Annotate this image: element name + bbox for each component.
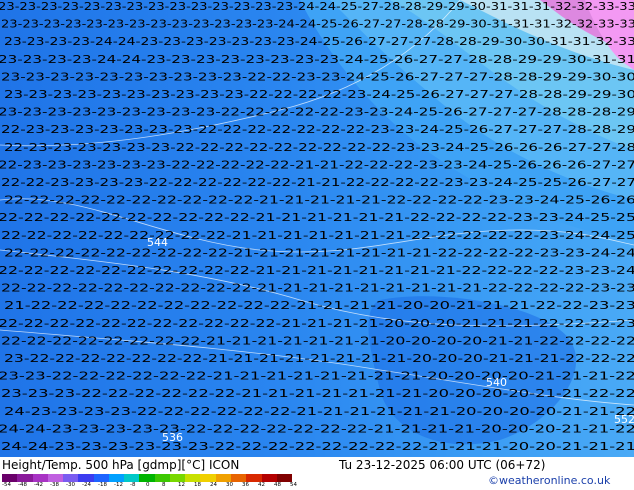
value-label-row: 22-22-22-22-22-22-22-22-22-21-21-21-21-2… [4, 246, 634, 259]
valid-time: Tu 23-12-2025 06:00 UTC (06+72) [339, 458, 546, 472]
colorbar-tick: 8 [162, 482, 166, 488]
value-label-row: 22-22-23-23-23-23-22-22-22-22-22-22-21-2… [1, 176, 634, 189]
value-label-row: 23-22-22-22-22-22-22-22-21-21-21-21-21-2… [4, 352, 634, 365]
value-label-row: 23-23-23-23-24-24-23-23-23-23-23-23-23-2… [4, 35, 634, 48]
colorbar-cell [185, 474, 201, 482]
colorbar-tick: 42 [258, 482, 265, 488]
colorbar-cell [200, 474, 216, 482]
contour-label: 540 [486, 376, 507, 389]
value-label-row: 23-23-23-22-22-22-22-22-22-21-21-21-21-2… [1, 387, 634, 400]
value-label-row: 22-22-22-22-22-22-22-22-22-22-21-21-21-2… [4, 194, 634, 207]
value-label-row: 24-23-23-23-23-22-22-22-22-22-22-21-21-2… [4, 405, 634, 418]
colorbar-cell [276, 474, 293, 482]
colorbar-cell [139, 474, 155, 482]
weather-map: 23-23-23-23-23-23-23-23-23-23-23-23-23-2… [0, 0, 634, 457]
colorbar-tick: -12 [114, 482, 123, 488]
colorbar-cell [63, 474, 79, 482]
colorbar-ticks: -54 -48 -42 -38 -30 -24 -18 -12 -8 0 8 12 18 24 30 36 42… [2, 482, 302, 490]
colorbar-tick: 24 [210, 482, 217, 488]
value-label-row: 22-22-22-22-22-22-22-22-22-21-21-21-21-2… [1, 229, 634, 242]
value-label-row: 22-22-22-22-22-22-22-22-22-22-21-21-21-2… [0, 264, 634, 277]
colorbar-cell [124, 474, 140, 482]
colorbar-tick: 54 [290, 482, 297, 488]
value-label-row: 23-23-23-23-23-23-23-23-23-23-22-22-23-2… [1, 70, 634, 83]
colorbar-tick: 30 [226, 482, 233, 488]
colorbar-cell [32, 474, 48, 482]
colorbar-cell [246, 474, 262, 482]
colorbar-cell [154, 474, 170, 482]
value-label-row: 22-23-23-23-23-23-23-22-22-22-22-22-22-2… [4, 141, 634, 154]
colorbar-tick: -18 [98, 482, 107, 488]
footer-bar: Height/Temp. 500 hPa [gdmp][°C] ICON Tu … [0, 457, 634, 490]
colorbar-tick: -24 [82, 482, 91, 488]
value-label-row: 22-22-22-22-22-22-22-22-22-22-21-21-21-2… [0, 211, 634, 224]
value-label-row: 23-23-23-23-24-24-23-23-23-23-23-23-23-2… [0, 53, 634, 66]
colorbar-tick: -30 [66, 482, 75, 488]
contour-label: 544 [147, 236, 168, 249]
value-label-row: 24-24-23-23-23-23-23-22-22-22-22-22-22-2… [0, 422, 634, 435]
value-label-row: 23-23-23-23-23-23-23-23-23-22-22-22-22-2… [0, 106, 634, 119]
colorbar-tick: 36 [242, 482, 249, 488]
colorbar-cell [108, 474, 125, 482]
value-label-row: 23-23-23-23-23-23-23-23-23-23-23-23-23-2… [0, 0, 634, 13]
colorbar-tick: 18 [194, 482, 201, 488]
colorbar-tick: -42 [34, 482, 43, 488]
colorbar-cell [169, 474, 186, 482]
colorbar-cell [17, 474, 33, 482]
value-label-row: 23-23-23-23-23-23-23-23-23-23-23-23-23-2… [1, 18, 634, 31]
value-label-row: 22-22-22-22-22-22-22-22-22-22-22-21-21-2… [0, 317, 634, 330]
colorbar-cell [215, 474, 231, 482]
colorbar-cell [2, 474, 18, 482]
colorbar-cell [78, 474, 94, 482]
value-label-row: 22-22-22-22-22-22-22-22-22-22-21-21-21-2… [1, 282, 634, 295]
value-label-row: 22-23-23-23-23-23-23-22-22-22-22-22-21-2… [0, 158, 634, 171]
colorbar-cell [47, 474, 64, 482]
value-label-row: 22-23-23-23-23-23-23-23-22-22-22-22-22-2… [1, 123, 634, 136]
contour-label: 536 [162, 431, 183, 444]
value-label-row: 23-23-22-22-22-22-22-22-21-21-21-21-21-2… [0, 370, 634, 383]
colorbar-tick: -54 [2, 482, 11, 488]
colorbar-cell [261, 474, 277, 482]
value-label-row: 22-22-22-22-22-22-22-22-21-21-21-21-21-2… [1, 334, 634, 347]
colorbar-cell [93, 474, 109, 482]
temperature-field-map: 23-23-23-23-23-23-23-23-23-23-23-23-23-2… [0, 0, 634, 457]
contour-label: 552 [614, 413, 634, 426]
colorbar-tick: -8 [130, 482, 136, 488]
value-label-row: 21-22-22-22-22-22-22-22-22-22-22-21-21-2… [4, 299, 634, 312]
colorbar-tick: 48 [274, 482, 281, 488]
colorbar-tick: 0 [146, 482, 150, 488]
value-label-row: 24-24-23-23-23-23-23-23-22-22-22-22-22-2… [1, 440, 634, 453]
value-label-row: 23-23-23-23-23-23-23-23-23-23-22-22-22-2… [4, 88, 634, 101]
colorbar-tick: 12 [178, 482, 185, 488]
colorbar-tick: -48 [18, 482, 27, 488]
colorbar [2, 474, 293, 482]
colorbar-cell [230, 474, 247, 482]
credit-link[interactable]: ©weatheronline.co.uk [488, 474, 610, 487]
colorbar-tick: -38 [50, 482, 59, 488]
map-title: Height/Temp. 500 hPa [gdmp][°C] ICON [2, 458, 240, 472]
